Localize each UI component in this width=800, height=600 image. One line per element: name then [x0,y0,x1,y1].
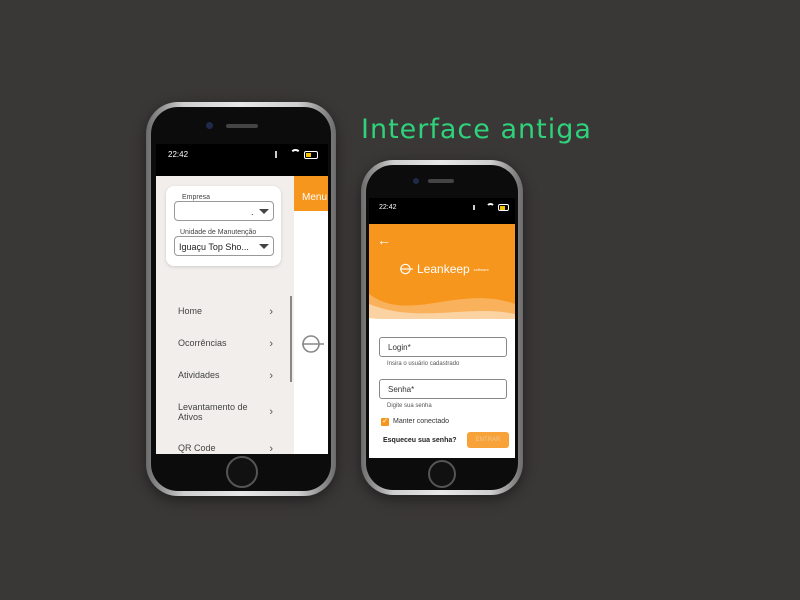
brand-sub: software [473,266,489,272]
menu-item-label: QR Code [178,443,216,453]
status-time: 22:42 [168,150,189,159]
signal-icon [275,151,287,158]
signal-icon [473,205,483,210]
menu-item-label: Ocorrências [178,338,227,348]
brand-logo: Leankeep software [399,262,489,276]
company-label: Empresa [180,194,213,201]
chevron-right-icon: › [269,338,273,350]
drawer-scrollbar[interactable] [290,296,292,382]
menu-header-title: Menu [302,192,328,203]
wifi-icon [290,149,301,160]
company-value: . [251,207,254,217]
keep-connected-label: Manter conectado [393,418,450,425]
back-arrow-icon[interactable]: ← [377,232,391,248]
login-form: Login* Insira o usuário cadastrado Senha… [369,319,515,458]
leankeep-logo-icon [302,335,324,353]
password-hint: Digite sua senha [387,403,432,409]
menu-item-home[interactable]: Home › [178,306,273,318]
menu-item-qrcode[interactable]: QR Code › [178,443,273,454]
phone-right: 22:42 ← Leankeep software Login* Insira … [361,160,523,495]
login-placeholder: Login* [388,343,411,352]
forgot-password-link[interactable]: Esqueceu sua senha? [383,437,457,444]
home-button[interactable] [226,456,258,488]
keep-connected-checkbox[interactable]: ✓ [381,418,389,426]
status-time: 22:42 [379,204,397,211]
chevron-right-icon: › [269,443,273,454]
menu-header: Menu [294,176,328,211]
menu-item-atividades[interactable]: Atividades › [178,370,273,382]
front-camera [206,122,213,129]
phone-left: 22:42 Empresa . Unidade de Manutenção Ig… [146,102,336,496]
company-select[interactable]: . [174,201,274,221]
side-drawer: Empresa . Unidade de Manutenção Iguaçu T… [156,176,294,454]
front-camera [413,178,419,184]
password-input[interactable]: Senha* [379,379,507,399]
chevron-down-icon [259,244,269,249]
wifi-icon [486,203,495,212]
chevron-down-icon [259,209,269,214]
login-screen: ← Leankeep software Login* Insira o usuá… [369,224,515,458]
unit-value: Iguaçu Top Sho... [179,242,249,252]
menu-item-label: Levantamento de Ativos [178,402,248,422]
login-input[interactable]: Login* [379,337,507,357]
menu-item-ocorrencias[interactable]: Ocorrências › [178,338,273,350]
leankeep-logo-icon [400,263,413,275]
page-headline: Interface antiga [361,114,592,145]
enter-button[interactable]: ENTRAR [467,432,509,448]
chevron-right-icon: › [269,406,273,418]
phone-left-screen: 22:42 Empresa . Unidade de Manutenção Ig… [156,144,328,454]
password-placeholder: Senha* [388,385,415,394]
filter-card: Empresa . Unidade de Manutenção Iguaçu T… [166,186,281,266]
header-wave [369,294,515,324]
menu-item-levantamento[interactable]: Levantamento de Ativos › [178,402,273,422]
unit-label: Unidade de Manutenção [178,229,259,236]
battery-icon [304,150,318,159]
brand-name: Leankeep [417,262,470,276]
status-bar: 22:42 [369,198,515,224]
home-button[interactable] [428,460,456,488]
login-hint: Insira o usuário cadastrado [387,361,460,367]
menu-item-label: Atividades [178,370,220,380]
status-icons [275,149,318,160]
battery-icon [498,204,509,211]
unit-select[interactable]: Iguaçu Top Sho... [174,236,274,256]
status-bar: 22:42 [156,144,328,174]
earpiece-speaker [226,124,258,128]
chevron-right-icon: › [269,370,273,382]
status-icons [473,203,509,212]
content-panel: Menu [294,176,328,454]
phone-right-screen: 22:42 ← Leankeep software Login* Insira … [369,198,515,458]
chevron-right-icon: › [269,306,273,318]
earpiece-speaker [428,179,454,183]
menu-item-label: Home [178,306,203,316]
app-area: Empresa . Unidade de Manutenção Iguaçu T… [156,176,328,454]
